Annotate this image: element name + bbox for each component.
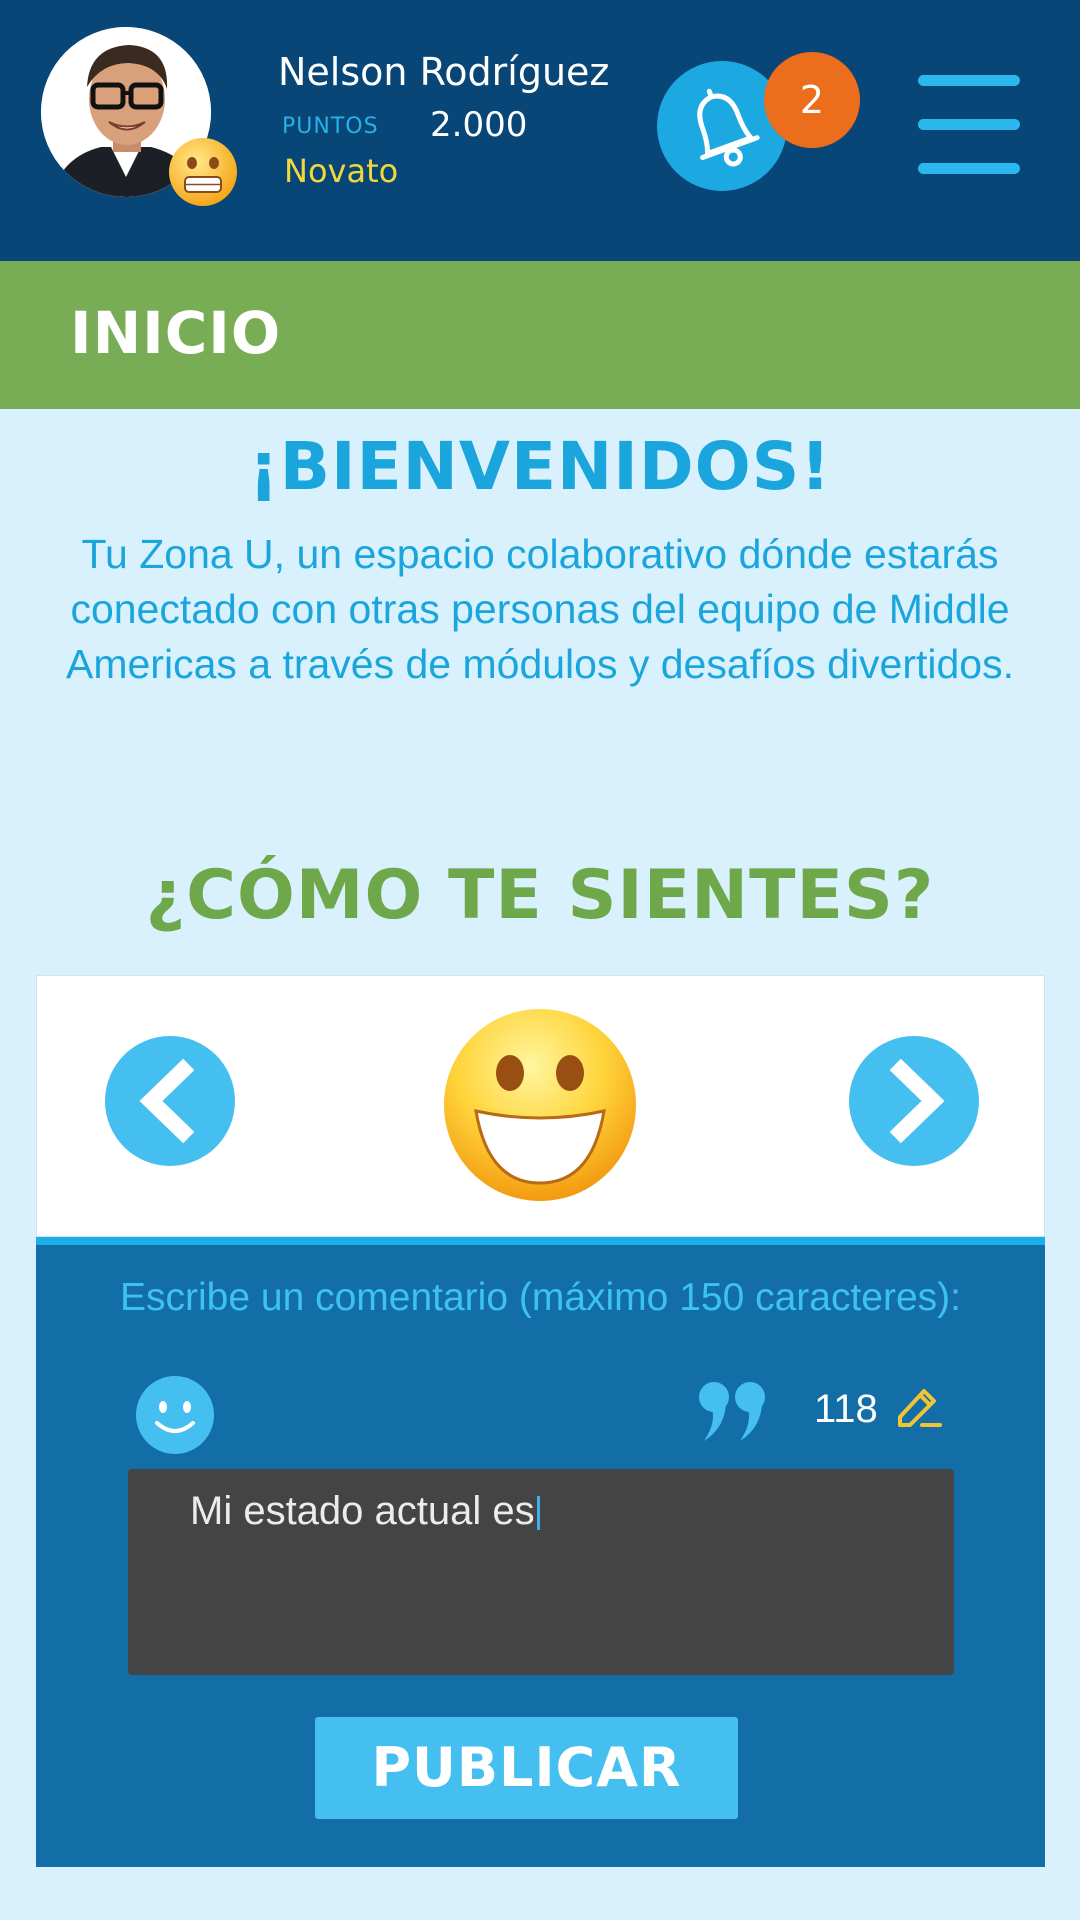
- grimacing-face-icon: [168, 137, 238, 207]
- publish-button[interactable]: PUBLICAR: [315, 1717, 738, 1819]
- welcome-title: ¡BIENVENIDOS!: [248, 428, 832, 505]
- app-header: Nelson Rodríguez PUNTOS 2.000 Novato 2: [0, 0, 1080, 261]
- smiley-icon[interactable]: [135, 1375, 215, 1455]
- hamburger-menu-icon[interactable]: [918, 75, 1020, 175]
- comment-input-value: Mi estado actual es: [190, 1489, 535, 1533]
- notification-count-badge: 2: [764, 52, 860, 148]
- points-label: PUNTOS: [282, 114, 379, 139]
- chevron-left-icon: [139, 1058, 195, 1144]
- previous-mood-button[interactable]: [105, 1036, 235, 1166]
- welcome-description: Tu Zona U, un espacio colaborativo dónde…: [66, 531, 1014, 687]
- next-mood-button[interactable]: [849, 1036, 979, 1166]
- comment-input[interactable]: Mi estado actual es: [128, 1469, 954, 1675]
- mood-title: ¿CÓMO TE SIENTES?: [145, 856, 935, 935]
- bell-icon: [697, 88, 760, 167]
- user-level: Novato: [284, 152, 399, 190]
- character-count: 118: [814, 1387, 878, 1431]
- chevron-right-icon: [889, 1058, 945, 1144]
- text-caret: [536, 1496, 540, 1530]
- mood-selector: [36, 975, 1045, 1237]
- grinning-face-icon: [442, 1007, 638, 1203]
- user-name: Nelson Rodríguez: [278, 50, 610, 94]
- points-value: 2.000: [430, 105, 528, 145]
- comment-panel: Escribe un comentario (máximo 150 caract…: [36, 1237, 1045, 1867]
- quote-icon: [698, 1381, 770, 1443]
- comment-label: Escribe un comentario (máximo 150 caract…: [120, 1276, 961, 1319]
- section-bar: INICIO: [0, 261, 1080, 409]
- pencil-icon: [894, 1379, 944, 1429]
- page-title: INICIO: [70, 299, 282, 367]
